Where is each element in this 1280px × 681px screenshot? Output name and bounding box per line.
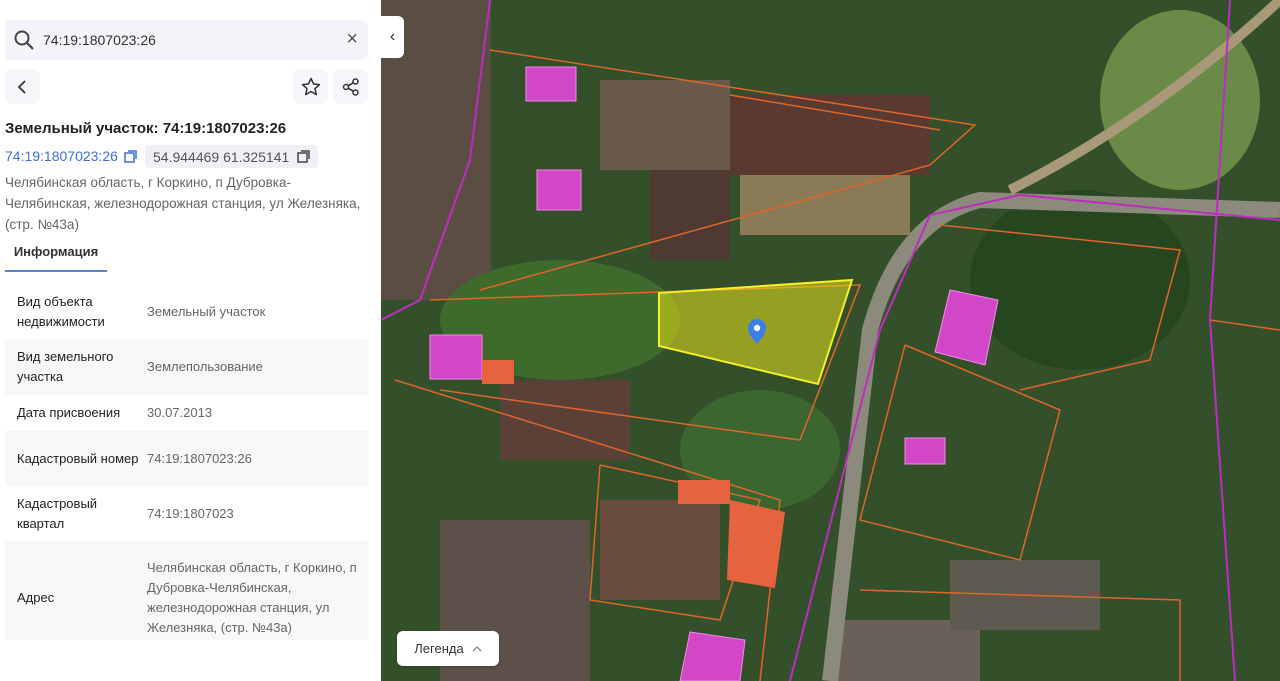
clear-search-icon[interactable]: × [346,29,358,49]
row-value: 30.07.2013 [147,405,213,420]
favorite-button[interactable] [293,69,328,104]
chevron-left-icon: ‹ [389,28,396,45]
search-box[interactable]: × [5,20,368,60]
copy-icon[interactable] [297,150,310,163]
satellite-map[interactable] [381,0,1280,681]
row-value: Челябинская область, г Коркино, п Дубров… [147,560,357,635]
cadastral-number-text[interactable]: 74:19:1807023:26 [5,148,118,164]
search-icon [14,30,34,50]
address-text: Челябинская область, г Коркино, п Дубров… [5,175,361,232]
back-button[interactable] [5,69,40,104]
legend-button[interactable]: Легенда [397,631,499,666]
search-input[interactable] [43,20,333,60]
tab-information[interactable]: Информация [5,244,107,272]
chevron-up-icon [472,645,482,651]
table-row: Кадастровый номер 74:19:1807023:26 [5,431,368,486]
table-row: Вид объекта недвижимости Земельный участо… [5,285,368,339]
share-button[interactable] [333,69,368,104]
row-value: 74:19:1807023:26 [147,450,252,466]
cadastral-number-link[interactable]: 74:19:1807023:26 [5,148,137,164]
table-row: Вид земельного участка Землепользование [5,339,368,395]
table-row: Кадастровый квартал 74:19:1807023 [5,486,368,541]
row-value: Земельный участок [147,304,266,319]
coordinates-chip[interactable]: 54.944469 61.325141 [145,145,319,168]
coordinates-text: 54.944469 61.325141 [153,148,290,165]
row-value: Землепользование [147,359,263,374]
row-label: Вид объекта недвижимости [17,294,105,329]
map[interactable] [381,0,1280,681]
row-value: 74:19:1807023 [147,505,234,521]
page-title: Земельный участок: 74:19:1807023:26 [5,120,287,137]
share-icon [342,77,359,96]
row-label: Дата присвоения [17,405,121,420]
row-label: Кадастровый номер [17,450,139,466]
row-label: Кадастровый квартал [17,495,98,531]
info-table: Вид объекта недвижимости Земельный участо… [5,285,368,640]
sidebar: × Земельный участок: 74:19:1807023:26 74… [0,0,381,681]
copy-icon[interactable] [124,149,137,163]
row-label: Адрес [17,590,55,605]
chevron-left-icon [17,79,26,94]
collapse-sidebar-button[interactable]: ‹ [381,16,404,58]
star-icon [301,77,320,95]
row-label: Вид земельного участка [17,349,114,384]
table-row: Адрес Челябинская область, г Коркино, п Д… [5,541,368,640]
legend-label: Легенда [414,641,464,656]
table-row: Дата присвоения 30.07.2013 [5,395,368,431]
